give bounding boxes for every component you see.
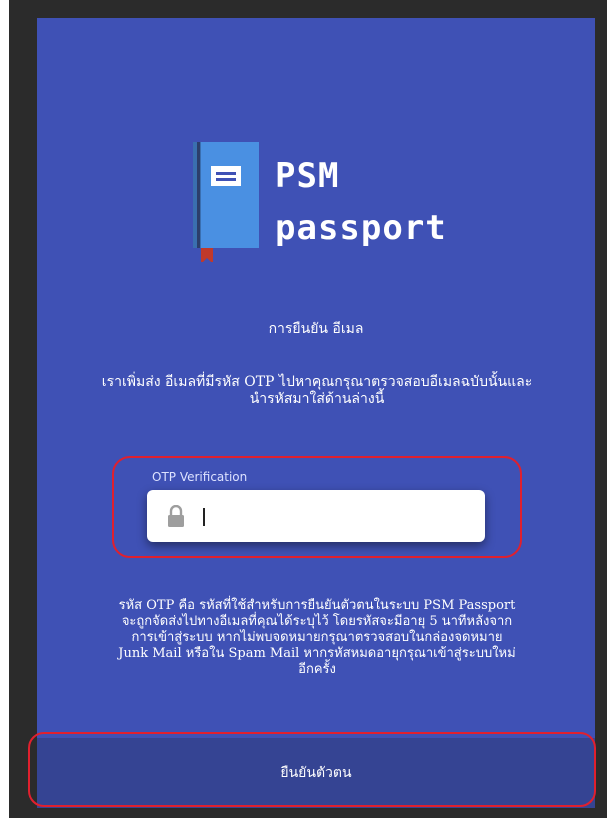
brand-name-line2: passport: [275, 208, 447, 248]
text-caret: [203, 508, 205, 526]
lock-icon: [168, 505, 184, 527]
verify-identity-button[interactable]: ยืนยันตัวตน: [37, 738, 595, 808]
otp-note-text: รหัส OTP คือ รหัสที่ใช้สำหรับการยืนยันตั…: [118, 598, 516, 677]
brand-name-line1: PSM: [275, 156, 340, 196]
otp-input-container[interactable]: [147, 490, 485, 542]
instructions-text: เราเพิ่มส่ง อีเมลที่มีรหัส OTP ไปหาคุณกร…: [101, 374, 533, 407]
otp-field-label: OTP Verification: [152, 470, 248, 484]
otp-input[interactable]: [211, 502, 475, 532]
page-title: การยืนยัน อีเมล: [268, 321, 364, 337]
verification-card: PSM passport การยืนยัน อีเมล เราเพิ่มส่ง…: [37, 18, 595, 808]
psm-passport-logo: PSM passport: [179, 136, 459, 286]
book-icon: [193, 142, 259, 262]
